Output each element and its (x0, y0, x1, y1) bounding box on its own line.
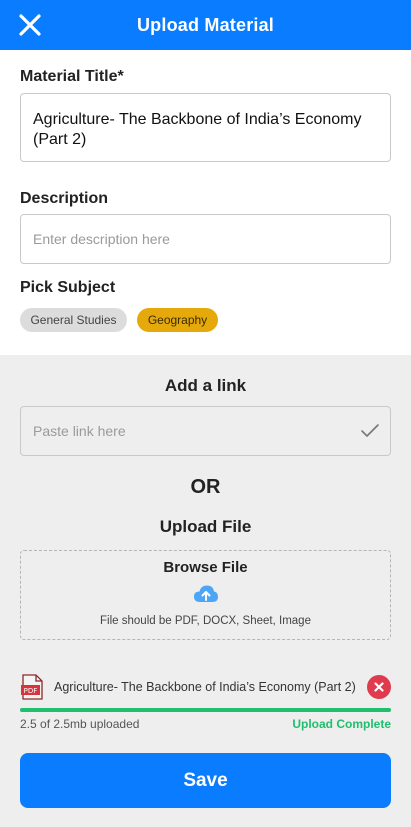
browse-file-label: Browse File (163, 559, 248, 576)
add-link-heading: Add a link (164, 376, 247, 395)
remove-icon (374, 682, 384, 692)
description-label: Description (20, 190, 109, 207)
link-field (20, 406, 391, 456)
svg-text:PDF: PDF (24, 687, 38, 695)
upload-progress-bar (20, 708, 391, 712)
save-button[interactable]: Save (20, 753, 391, 808)
link-input[interactable] (21, 407, 351, 455)
browse-file-dropzone[interactable]: Browse File File should be PDF, DOCX, Sh… (20, 550, 391, 640)
pick-subject-label: Pick Subject (20, 279, 116, 296)
or-divider: OR (190, 476, 221, 498)
close-icon[interactable] (18, 13, 42, 37)
upload-file-heading: Upload File (159, 517, 252, 536)
subject-chip-geography[interactable]: Geography (137, 308, 218, 332)
remove-file-button[interactable] (367, 675, 391, 699)
subject-chip-general-studies[interactable]: General Studies (20, 308, 127, 332)
pdf-file-icon: PDF (20, 674, 44, 700)
check-icon[interactable] (360, 422, 380, 440)
upload-status-text: Upload Complete (292, 717, 391, 731)
material-title-field[interactable]: Agriculture- The Backbone of India’s Eco… (20, 93, 391, 162)
material-title-label: Material Title* (20, 68, 124, 85)
cloud-upload-icon (193, 584, 219, 604)
app-header: Upload Material (0, 0, 411, 50)
upload-progress-fill (20, 708, 391, 712)
upload-size-text: 2.5 of 2.5mb uploaded (20, 717, 140, 731)
uploaded-file-name: Agriculture- The Backbone of India’s Eco… (54, 680, 356, 694)
description-input[interactable] (20, 214, 391, 264)
page-title: Upload Material (136, 14, 275, 35)
file-type-hint: File should be PDF, DOCX, Sheet, Image (100, 615, 311, 627)
